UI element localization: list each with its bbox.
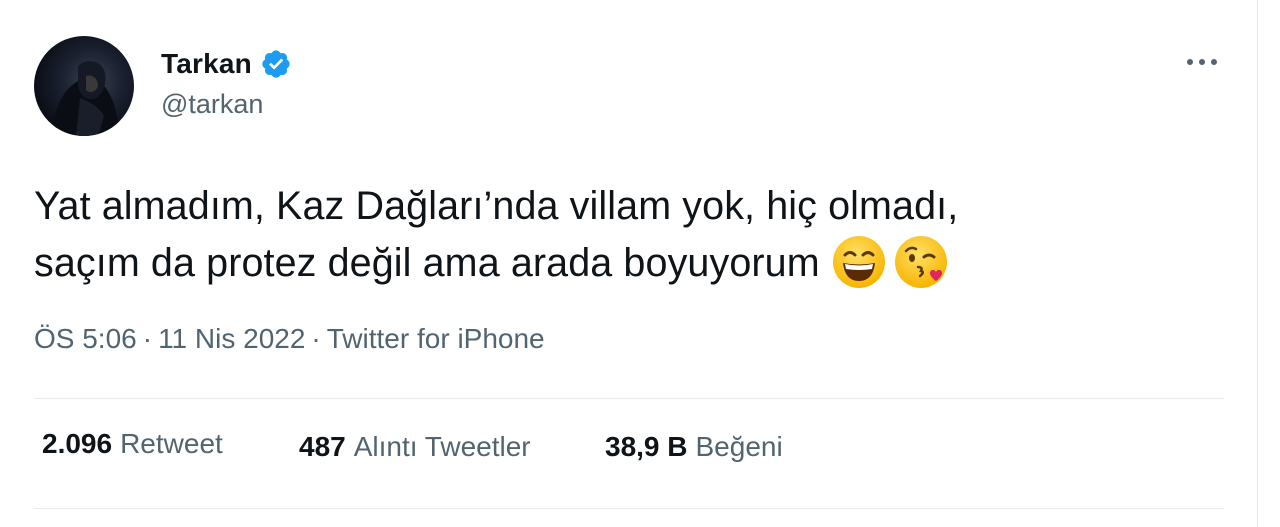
- tweet-meta: ÖS 5:06 · 11 Nis 2022 · Twitter for iPhone: [34, 323, 545, 355]
- author-display-name[interactable]: Tarkan: [161, 48, 252, 80]
- more-options-button[interactable]: [1182, 46, 1222, 78]
- likes-count: 38,9 B: [605, 431, 688, 462]
- verified-badge-icon: [260, 48, 292, 80]
- tweet-text-line-2: saçım da protez değil ama arada boyuyoru…: [34, 235, 1224, 293]
- tweet-card: Tarkan @tarkan Yat almadım, Kaz Dağları’…: [0, 0, 1280, 527]
- divider: [34, 398, 1224, 399]
- avatar[interactable]: [34, 36, 134, 136]
- quote-tweets-label: Alıntı Tweetler: [353, 431, 531, 462]
- likes-stat[interactable]: 38,9 B Beğeni: [605, 431, 783, 463]
- tweet-text: Yat almadım, Kaz Dağları’nda villam yok,…: [34, 178, 1224, 293]
- tweet-text-line-2-text: saçım da protez değil ama arada boyuyoru…: [34, 241, 820, 285]
- tweet-time-link[interactable]: ÖS 5:06 · 11 Nis 2022: [34, 323, 305, 354]
- tweet-text-line-1: Yat almadım, Kaz Dağları’nda villam yok,…: [34, 184, 959, 228]
- author-name-row: Tarkan: [161, 45, 292, 83]
- more-horizontal-icon: [1187, 59, 1217, 65]
- profile-photo-icon: [52, 61, 120, 136]
- retweets-label: Retweet: [120, 428, 223, 459]
- divider: [34, 508, 1224, 509]
- quote-tweets-stat[interactable]: 487 Alıntı Tweetler: [299, 431, 531, 463]
- face-blowing-a-kiss-emoji-icon: [894, 235, 948, 289]
- tweet-source-link[interactable]: Twitter for iPhone: [327, 323, 545, 354]
- quote-tweets-count: 487: [299, 431, 346, 462]
- author-handle[interactable]: @tarkan: [161, 89, 263, 120]
- grinning-squinting-face-emoji-icon: [832, 235, 886, 289]
- retweets-count: 2.096: [42, 428, 113, 459]
- tweet-date: 11 Nis 2022: [158, 323, 306, 354]
- timeline-border: [1257, 0, 1258, 527]
- meta-separator: ·: [142, 323, 153, 354]
- tweet-time: ÖS 5:06: [34, 323, 137, 354]
- retweets-stat[interactable]: 2.096 Retweet: [42, 428, 223, 460]
- meta-separator: ·: [311, 323, 321, 354]
- likes-label: Beğeni: [695, 431, 783, 462]
